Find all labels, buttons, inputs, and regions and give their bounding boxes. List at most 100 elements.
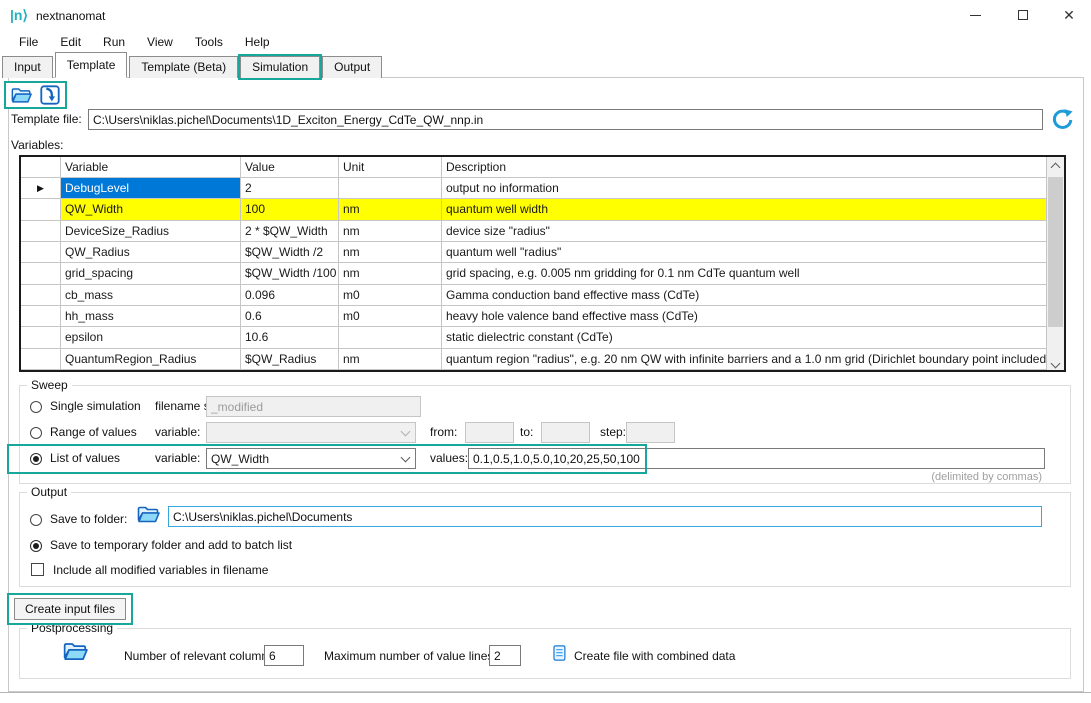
row-selector-cell[interactable] [21,327,61,348]
variable-cell[interactable]: hh_mass [61,306,241,327]
variable-cell[interactable]: DebugLevel [61,178,241,199]
values-input[interactable] [468,448,1045,469]
description-cell[interactable]: device size "radius" [442,221,1047,242]
table-header-rowselector [21,157,61,178]
row-selector-cell[interactable] [21,306,61,327]
include-variables-checkbox[interactable] [31,563,44,576]
value-cell[interactable]: 2 [241,178,339,199]
from-input[interactable] [465,422,514,443]
tab-input[interactable]: Input [2,56,53,78]
maximize-button[interactable] [1006,4,1040,26]
to-input[interactable] [541,422,590,443]
menu-tools[interactable]: Tools [184,33,234,53]
table-row[interactable]: hh_mass0.6m0heavy hole valence band effe… [21,306,1047,327]
tab-template[interactable]: Template [55,52,128,78]
browse-folder-button[interactable] [136,502,161,529]
open-template-button[interactable] [9,84,33,106]
menu-file[interactable]: File [8,33,49,53]
value-cell[interactable]: 10.6 [241,327,339,348]
description-cell[interactable]: output no information [442,178,1047,199]
range-variable-dropdown[interactable] [206,422,416,443]
scrollbar-thumb[interactable] [1048,177,1063,327]
table-row[interactable]: epsilon10.6 static dielectric constant (C… [21,327,1047,348]
variable-cell[interactable]: QuantumRegion_Radius [61,349,241,370]
variable-cell[interactable]: DeviceSize_Radius [61,221,241,242]
menu-run[interactable]: Run [92,33,136,53]
value-cell[interactable]: 0.096 [241,285,339,306]
row-selector-cell[interactable] [21,285,61,306]
save-temp-folder-radio[interactable] [30,540,42,552]
value-cell[interactable]: 0.6 [241,306,339,327]
close-button[interactable]: ✕ [1052,4,1086,26]
relevant-column-input[interactable] [264,645,304,666]
description-cell[interactable]: Gamma conduction band effective mass (Cd… [442,285,1047,306]
unit-cell[interactable]: nm [339,199,442,220]
description-cell[interactable]: quantum well "radius" [442,242,1047,263]
description-cell[interactable]: quantum well width [442,199,1047,220]
value-cell[interactable]: $QW_Width /2 [241,242,339,263]
row-selector-cell[interactable] [21,263,61,284]
description-cell[interactable]: static dielectric constant (CdTe) [442,327,1047,348]
save-to-folder-radio[interactable] [30,514,42,526]
table-row[interactable]: QW_Width100nmquantum well width [21,199,1047,220]
menu-view[interactable]: View [136,33,184,53]
row-selector-cell[interactable] [21,199,61,220]
row-selector-cell[interactable]: ▶ [21,178,61,199]
output-folder-input[interactable] [168,506,1042,527]
unit-cell[interactable] [339,178,442,199]
row-selector-cell[interactable] [21,242,61,263]
filename-suffix-input[interactable] [206,396,421,417]
unit-cell[interactable]: nm [339,263,442,284]
description-cell[interactable]: quantum region "radius", e.g. 20 nm QW w… [442,349,1047,370]
tab-simulation[interactable]: Simulation [240,56,320,78]
list-variable-dropdown[interactable]: QW_Width [206,448,416,469]
chevron-up-icon [1051,163,1061,173]
scroll-down-button[interactable] [1047,353,1064,370]
value-cell[interactable]: 100 [241,199,339,220]
row-selector-cell[interactable] [21,349,61,370]
variable-cell[interactable]: grid_spacing [61,263,241,284]
import-template-button[interactable] [38,84,62,106]
table-row[interactable]: cb_mass0.096m0Gamma conduction band effe… [21,285,1047,306]
unit-cell[interactable] [339,327,442,348]
range-of-values-radio[interactable] [30,427,42,439]
postprocessing-folder-button[interactable] [62,638,89,667]
step-input[interactable] [626,422,675,443]
variable-cell[interactable]: epsilon [61,327,241,348]
table-row[interactable]: QuantumRegion_Radius$QW_Radiusnmquantum … [21,349,1047,370]
value-cell[interactable]: 2 * $QW_Width [241,221,339,242]
refresh-button[interactable] [1050,107,1074,134]
menu-help[interactable]: Help [234,33,281,53]
create-input-files-button[interactable]: Create input files [14,598,126,620]
list-of-values-radio[interactable] [30,453,42,465]
table-row[interactable]: QW_Radius$QW_Width /2nmquantum well "rad… [21,242,1047,263]
unit-cell[interactable]: nm [339,349,442,370]
unit-cell[interactable]: nm [339,221,442,242]
template-file-input[interactable] [88,109,1043,130]
table-row[interactable]: ▶DebugLevel2 output no information [21,178,1047,199]
unit-cell[interactable]: nm [339,242,442,263]
value-lines-input[interactable] [489,645,521,666]
variable-cell[interactable]: QW_Radius [61,242,241,263]
value-cell[interactable]: $QW_Radius [241,349,339,370]
bottom-separator [0,692,1091,693]
variables-table: VariableValueUnitDescription▶DebugLevel2… [19,155,1066,372]
table-row[interactable]: DeviceSize_Radius2 * $QW_Widthnmdevice s… [21,221,1047,242]
minimize-button[interactable] [958,4,992,26]
menu-edit[interactable]: Edit [49,33,92,53]
value-cell[interactable]: $QW_Width /100 [241,263,339,284]
tab-template-beta[interactable]: Template (Beta) [129,56,238,78]
unit-cell[interactable]: m0 [339,306,442,327]
table-scrollbar[interactable] [1047,157,1064,370]
scroll-up-button[interactable] [1047,157,1064,174]
combined-data-button[interactable] [551,643,569,666]
variable-cell[interactable]: cb_mass [61,285,241,306]
variable-cell[interactable]: QW_Width [61,199,241,220]
unit-cell[interactable]: m0 [339,285,442,306]
single-simulation-radio[interactable] [30,401,42,413]
description-cell[interactable]: grid spacing, e.g. 0.005 nm gridding for… [442,263,1047,284]
description-cell[interactable]: heavy hole valence band effective mass (… [442,306,1047,327]
table-row[interactable]: grid_spacing$QW_Width /100nmgrid spacing… [21,263,1047,284]
tab-output[interactable]: Output [322,56,382,78]
row-selector-cell[interactable] [21,221,61,242]
